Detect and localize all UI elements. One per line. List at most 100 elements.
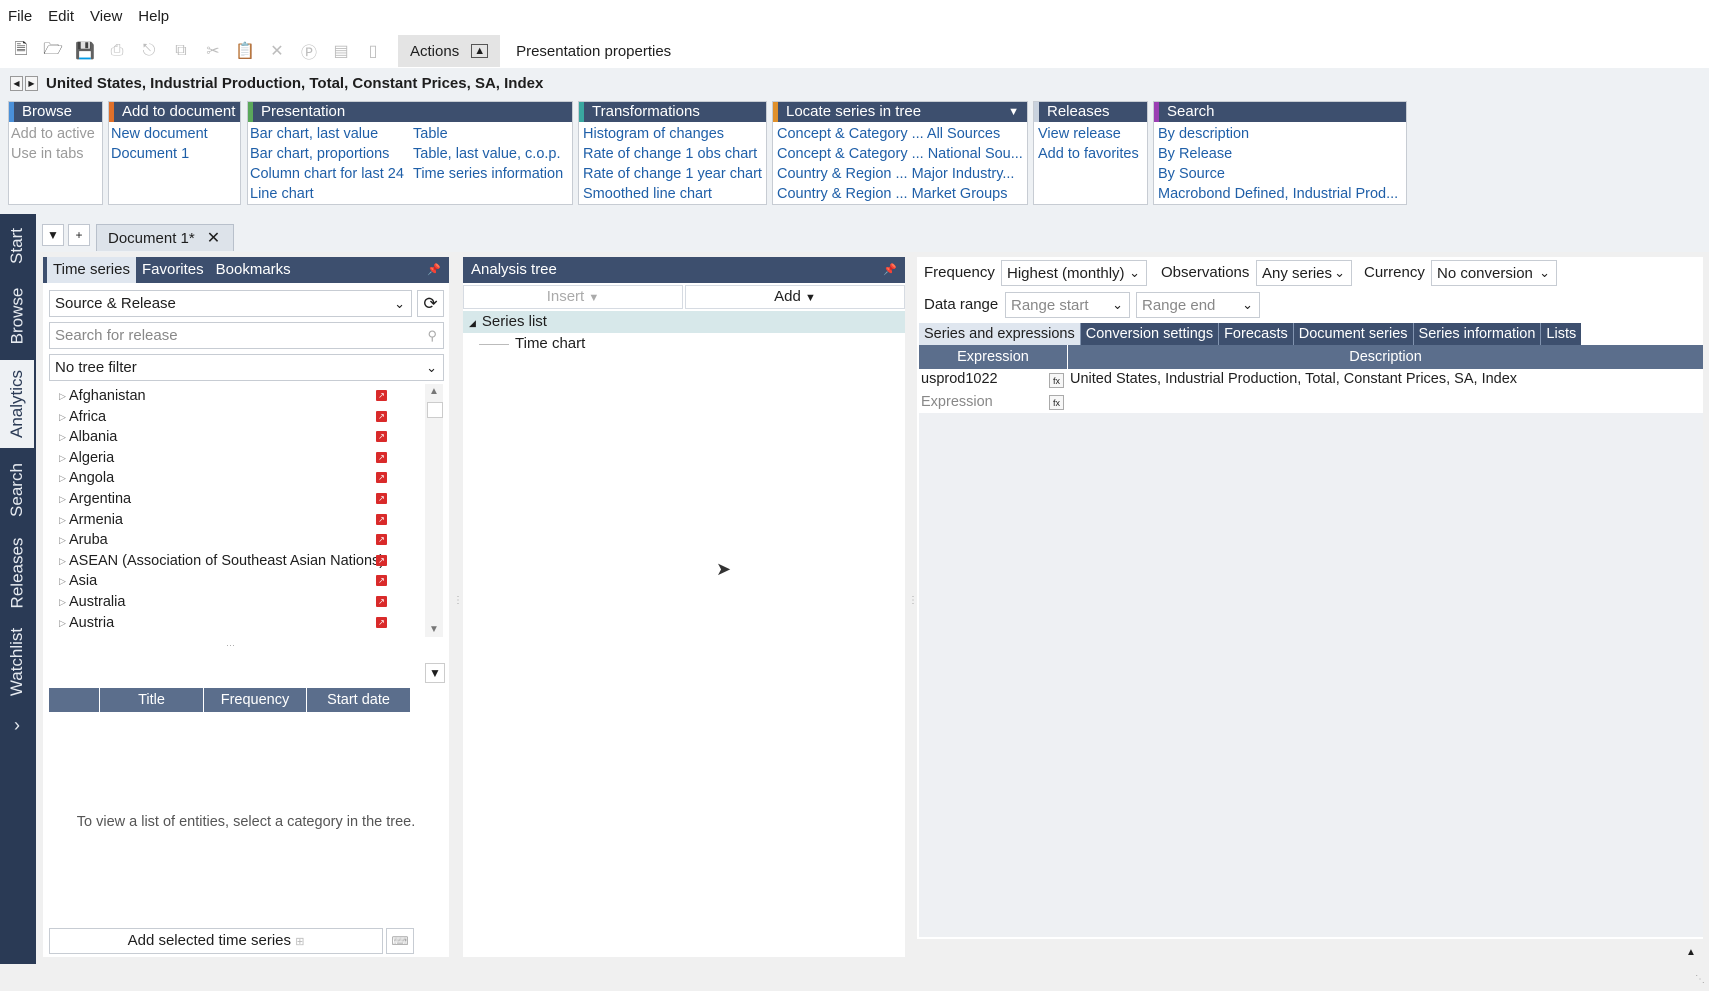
new-document-link[interactable]: New document: [109, 124, 208, 144]
column-header-expression[interactable]: Expression: [919, 345, 1068, 369]
table-link[interactable]: Table: [411, 124, 573, 144]
side-tab-analytics[interactable]: Analytics: [0, 360, 34, 448]
histogram-of-changes-link[interactable]: Histogram of changes: [581, 124, 762, 144]
tab-lists[interactable]: Lists: [1541, 323, 1581, 345]
expand-icon[interactable]: ▷: [59, 551, 66, 571]
expand-icon[interactable]: ▷: [59, 530, 66, 550]
document-1-link[interactable]: Document 1: [109, 144, 208, 164]
insert-button[interactable]: Insert ▼: [463, 285, 683, 309]
smoothed-line-chart-link[interactable]: Smoothed line chart: [581, 184, 762, 204]
scroll-down-icon[interactable]: ▼: [429, 624, 439, 635]
column-header-start-date[interactable]: Start date: [307, 688, 411, 712]
share-icon[interactable]: ⎋: [138, 40, 160, 62]
tab-series-and-expressions[interactable]: Series and expressions: [919, 323, 1081, 345]
column-header-title[interactable]: Title: [100, 688, 204, 712]
menu-view[interactable]: View: [82, 0, 130, 34]
tree-item[interactable]: ▷ Asia ↗: [49, 571, 387, 592]
refresh-icon[interactable]: ⟳: [417, 290, 444, 317]
new-tab-icon[interactable]: +: [68, 224, 90, 246]
tree-item[interactable]: ▷ Angola ↗: [49, 468, 387, 489]
p-icon[interactable]: Ⓟ: [298, 40, 320, 62]
tree-item[interactable]: ▷ Austria ↗: [49, 613, 387, 634]
splitter-grip-icon[interactable]: ⋮: [453, 595, 463, 606]
bar-icon[interactable]: ▯: [362, 40, 384, 62]
expand-icon[interactable]: ▷: [59, 407, 66, 427]
scroll-thumb[interactable]: [427, 402, 443, 418]
time-series-information-link[interactable]: Time series information: [411, 164, 573, 184]
side-tab-start[interactable]: Start: [0, 218, 34, 274]
side-tab-releases[interactable]: Releases: [0, 532, 34, 614]
menu-edit[interactable]: Edit: [40, 0, 82, 34]
chevron-down-icon[interactable]: ⌄: [1112, 297, 1123, 313]
chart-icon[interactable]: ▤: [330, 40, 352, 62]
column-header-frequency[interactable]: Frequency: [204, 688, 307, 712]
scroll-up-icon[interactable]: ▲: [429, 386, 439, 397]
tree-filter-select[interactable]: No tree filter ⌄: [49, 354, 444, 381]
expand-icon[interactable]: ▷: [59, 386, 66, 406]
add-selected-time-series-button[interactable]: Add selected time series ⊞: [49, 928, 383, 954]
range-start-input[interactable]: Range start ⌄: [1005, 292, 1130, 318]
table-last-value-link[interactable]: Table, last value, c.o.p.: [411, 144, 573, 164]
collapse-icon[interactable]: ◢: [469, 318, 476, 328]
line-chart-link[interactable]: Line chart: [248, 184, 411, 204]
range-end-input[interactable]: Range end ⌄: [1136, 292, 1260, 318]
observations-select[interactable]: Any series ⌄: [1256, 260, 1352, 286]
rate-of-change-1-obs-link[interactable]: Rate of change 1 obs chart: [581, 144, 762, 164]
tree-item[interactable]: ▷ Africa ↗: [49, 407, 387, 428]
tree-item[interactable]: ▷ Armenia ↗: [49, 510, 387, 531]
side-tab-watchlist[interactable]: Watchlist: [0, 620, 34, 704]
expression-placeholder[interactable]: Expression: [921, 394, 993, 410]
tab-forecasts[interactable]: Forecasts: [1219, 323, 1294, 345]
tab-series-information[interactable]: Series information: [1414, 323, 1542, 345]
document-tab[interactable]: Document 1* ✕: [96, 224, 234, 251]
locate-item-3[interactable]: Country & Region ... Major Industry...: [775, 164, 1025, 184]
by-release-link[interactable]: By Release: [1156, 144, 1404, 164]
delete-icon[interactable]: ✕: [266, 40, 288, 62]
expand-icon[interactable]: ▷: [59, 613, 66, 633]
fx-icon[interactable]: fx: [1049, 373, 1064, 388]
chevron-down-icon[interactable]: ⌄: [1242, 297, 1253, 313]
add-to-active-link[interactable]: Add to active: [9, 124, 95, 144]
release-search-input[interactable]: Search for release ⚲: [49, 322, 444, 349]
tree-node-time-chart[interactable]: Time chart: [473, 333, 893, 355]
tab-document-series[interactable]: Document series: [1294, 323, 1414, 345]
tree-item[interactable]: ▷ Australia ↗: [49, 592, 387, 613]
expand-icon[interactable]: ▷: [59, 592, 66, 612]
locate-item-4[interactable]: Country & Region ... Market Groups: [775, 184, 1025, 204]
add-button[interactable]: Add ▼: [685, 285, 905, 309]
tree-node-series-list[interactable]: ◢ Series list: [463, 311, 905, 333]
paste-icon[interactable]: 📋: [234, 40, 256, 62]
tree-item[interactable]: ▷ ASEAN (Association of Southeast Asian N…: [49, 551, 387, 572]
column-chart-link[interactable]: Column chart for last 24: [248, 164, 411, 184]
tree-scrollbar[interactable]: ▲ ▼: [425, 384, 443, 637]
bar-chart-last-value-link[interactable]: Bar chart, last value: [248, 124, 411, 144]
fx-icon[interactable]: fx: [1049, 395, 1064, 410]
print-icon[interactable]: ⎙: [106, 40, 128, 62]
new-expression-row[interactable]: Expression fx: [919, 391, 1703, 413]
tree-item[interactable]: ▷ Argentina ↗: [49, 489, 387, 510]
bar-chart-proportions-link[interactable]: Bar chart, proportions: [248, 144, 411, 164]
macrobond-defined-link[interactable]: Macrobond Defined, Industrial Prod...: [1156, 184, 1404, 204]
cut-icon[interactable]: ✂: [202, 40, 224, 62]
locate-item-1[interactable]: Concept & Category ... All Sources: [775, 124, 1025, 144]
open-folder-icon[interactable]: 🗁: [42, 40, 64, 62]
expression-cell[interactable]: usprod1022: [921, 371, 998, 387]
locate-dropdown-icon[interactable]: ▼: [1008, 102, 1019, 122]
frequency-select[interactable]: Highest (monthly) ⌄: [1001, 260, 1147, 286]
back-arrow-icon[interactable]: ◀: [10, 75, 23, 91]
source-release-select[interactable]: Source & Release ⌄: [49, 290, 412, 317]
splitter-handle-icon[interactable]: ⋯: [226, 640, 235, 651]
tree-item[interactable]: ▷ Algeria ↗: [49, 448, 387, 469]
close-icon[interactable]: ✕: [207, 228, 220, 248]
tab-bookmarks[interactable]: Bookmarks: [210, 257, 297, 283]
add-to-favorites-link[interactable]: Add to favorites: [1036, 144, 1139, 164]
copy-icon[interactable]: ⧉: [170, 40, 192, 62]
expand-icon[interactable]: ▷: [59, 427, 66, 447]
tree-item[interactable]: ▷ Aruba ↗: [49, 530, 387, 551]
tree-item[interactable]: ▷ Albania ↗: [49, 427, 387, 448]
expand-icon[interactable]: ▷: [59, 468, 66, 488]
forward-arrow-icon[interactable]: ▶: [25, 75, 38, 91]
actions-button[interactable]: Actions ▲: [398, 35, 501, 67]
view-release-link[interactable]: View release: [1036, 124, 1139, 144]
tree-item[interactable]: ▷ Afghanistan ↗: [49, 386, 387, 407]
